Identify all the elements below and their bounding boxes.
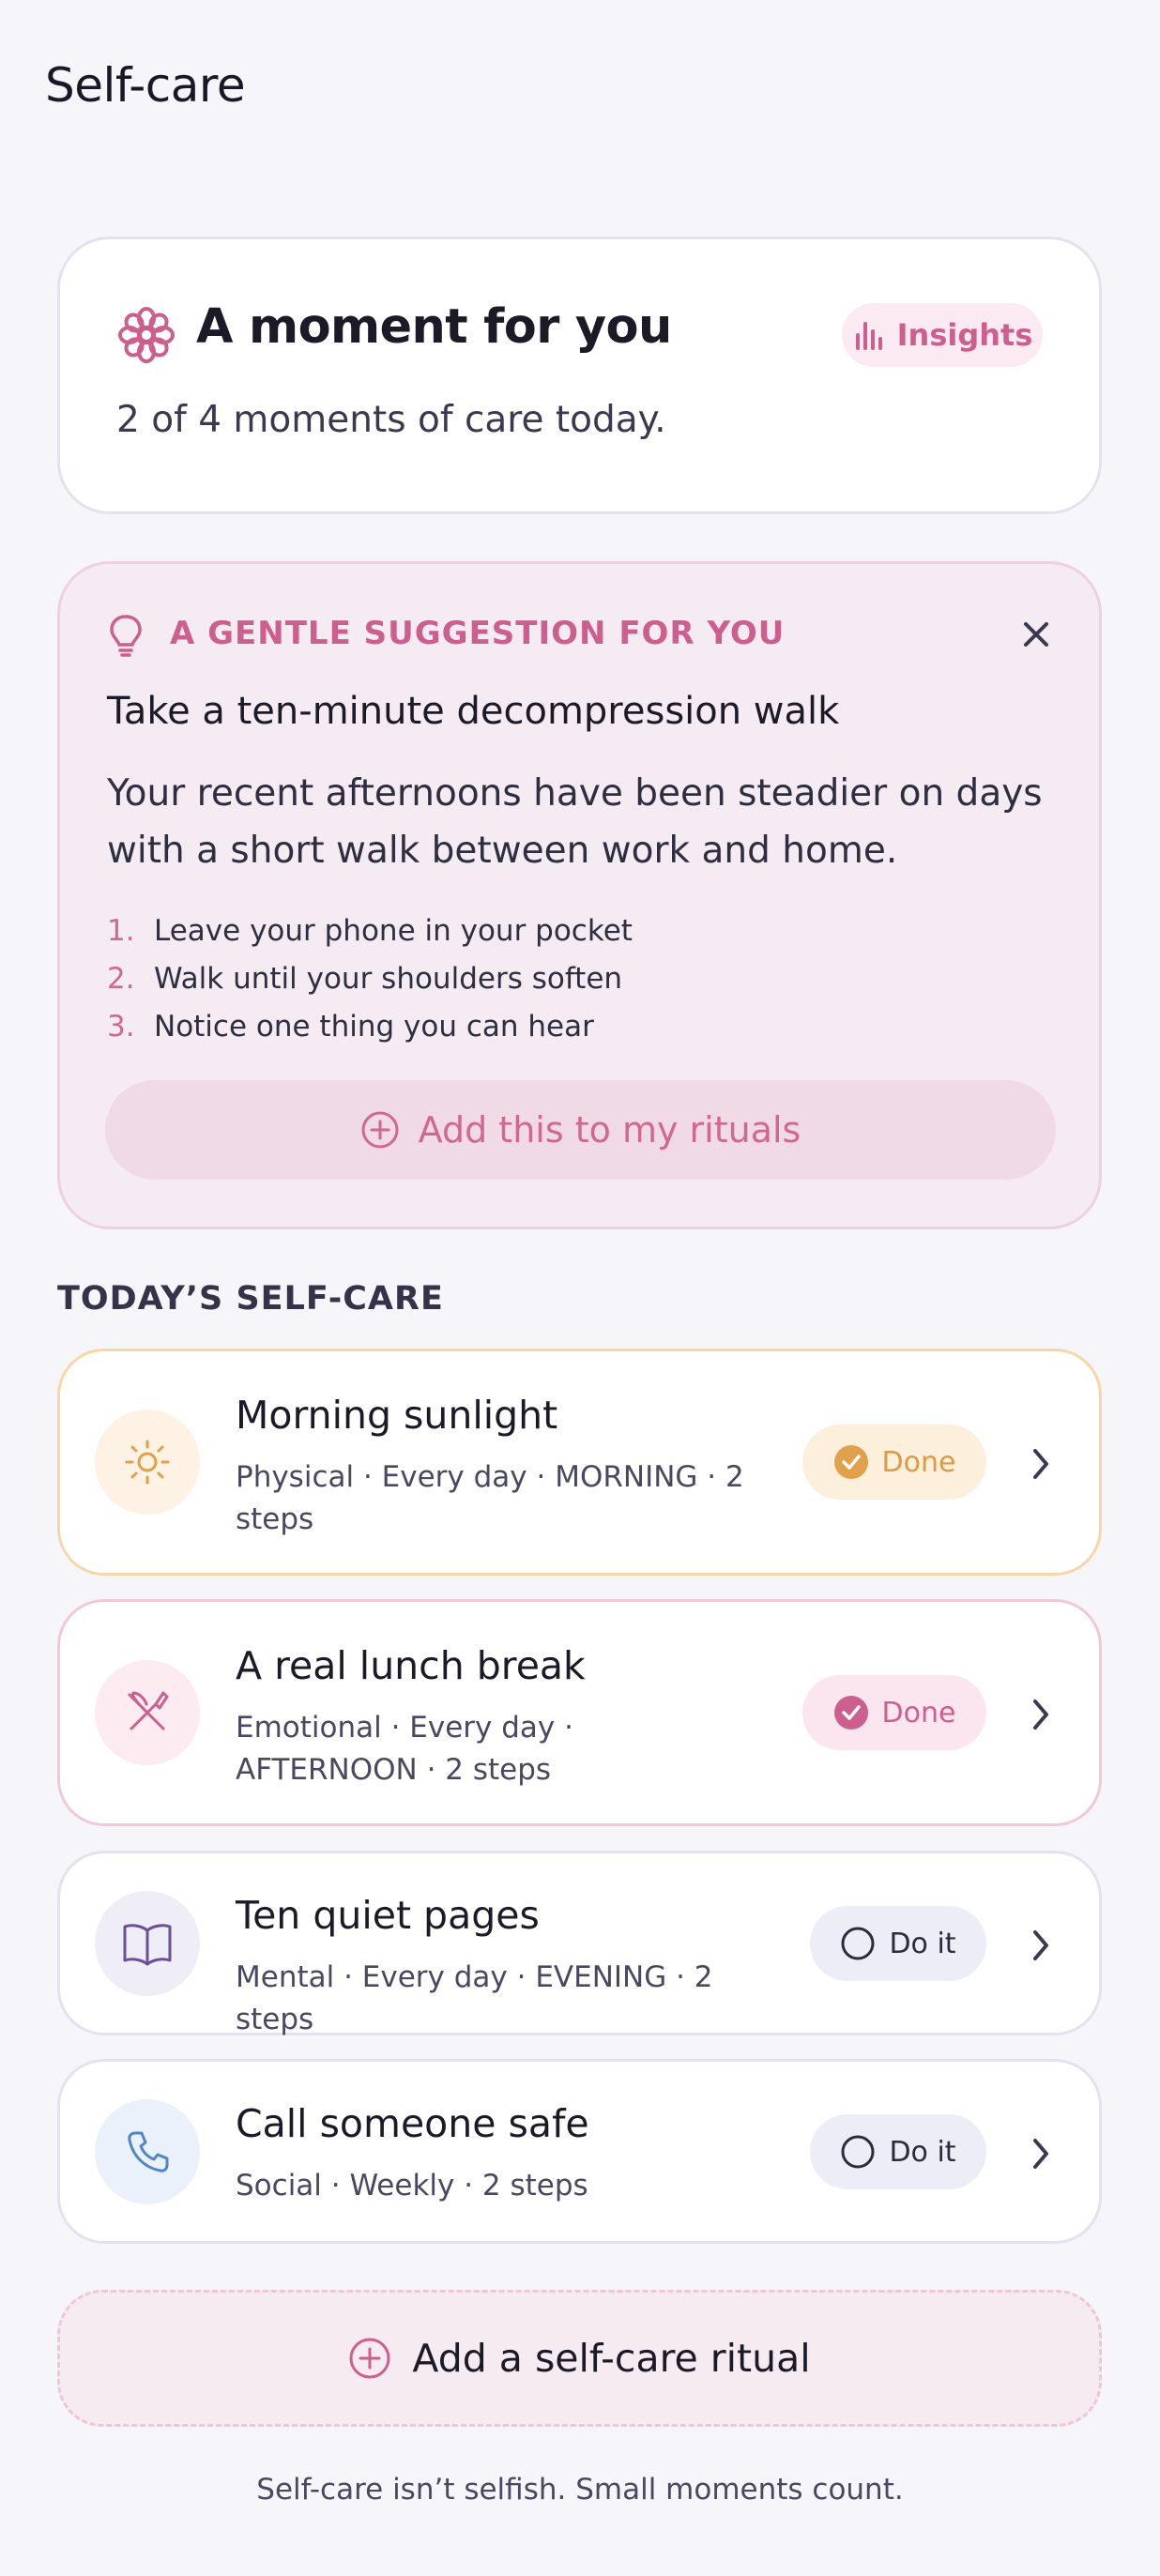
plus-circle-icon (361, 1111, 399, 1149)
insights-label: Insights (896, 317, 1033, 353)
ritual-status-button[interactable]: Done (802, 1675, 986, 1750)
hero-card: A moment for you Insights 2 of 4 moments… (57, 236, 1102, 514)
hero-summary: 2 of 4 moments of care today. (116, 399, 666, 441)
ritual-icon-circle (95, 1891, 200, 1996)
ritual-status-label: Do it (889, 1927, 956, 1960)
bar-chart-icon (855, 322, 882, 350)
add-ritual-button[interactable]: Add a self-care ritual (57, 2290, 1102, 2427)
ritual-title: Call someone safe (236, 2101, 589, 2146)
empty-circle-icon (841, 1927, 875, 1960)
ritual-card-quiet-pages[interactable]: Ten quiet pages Mental · Every day · EVE… (57, 1851, 1102, 2036)
ritual-card-morning-sunlight[interactable]: Morning sunlight Physical · Every day · … (57, 1349, 1102, 1576)
close-icon (1024, 622, 1048, 647)
ritual-meta: Physical · Every day · MORNING · 2 steps (236, 1460, 744, 1536)
fork-knife-icon (128, 1691, 169, 1730)
ritual-meta: Mental · Every day · EVENING · 2 steps (236, 1960, 713, 2036)
ritual-icon-circle (95, 2099, 200, 2204)
ritual-meta: Emotional · Every day · AFTERNOON · 2 st… (236, 1711, 573, 1787)
chevron-right-icon (1033, 2139, 1048, 2169)
close-suggestion-button[interactable] (1013, 611, 1060, 658)
add-ritual-label: Add a self-care ritual (412, 2336, 811, 2381)
ritual-icon-circle (95, 1410, 200, 1515)
list-item: 2. Walk until your shoulders soften (107, 962, 623, 996)
ritual-icon-circle (95, 1660, 200, 1765)
chevron-right-icon (1033, 1449, 1048, 1479)
section-title: TODAY’S SELF-CARE (57, 1280, 444, 1318)
book-icon (123, 1924, 172, 1966)
insights-button[interactable]: Insights (842, 303, 1043, 367)
empty-circle-icon (841, 2135, 875, 2169)
lightbulb-icon (110, 615, 142, 657)
list-item: 1. Leave your phone in your pocket (107, 914, 633, 948)
hero-title: A moment for you (196, 299, 672, 355)
check-circle-icon (833, 1445, 868, 1479)
ritual-title: Ten quiet pages (236, 1893, 540, 1938)
ritual-title: Morning sunlight (236, 1393, 558, 1438)
ritual-status-label: Do it (889, 2135, 956, 2169)
chevron-right-icon (1033, 1930, 1048, 1960)
ritual-status-label: Done (881, 1445, 956, 1479)
footer-note: Self-care isn’t selfish. Small moments c… (256, 2473, 904, 2507)
list-item: 3. Notice one thing you can hear (107, 1010, 594, 1044)
flower-icon (118, 307, 175, 363)
suggestion-title: Take a ten-minute decompression walk (107, 690, 840, 733)
check-circle-icon (833, 1696, 868, 1730)
ritual-card-lunch-break[interactable]: A real lunch break Emotional · Every day… (57, 1599, 1102, 1826)
plus-circle-icon (349, 2338, 390, 2379)
suggestion-steps: 1. Leave your phone in your pocket 2. Walk… (107, 907, 633, 1051)
chevron-right-icon (1033, 1700, 1048, 1730)
ritual-card-call-someone[interactable]: Call someone safe Social · Weekly · 2 st… (57, 2059, 1102, 2244)
phone-icon (128, 2131, 169, 2172)
page-title: Self-care (45, 58, 246, 113)
ritual-status-button[interactable]: Done (802, 1425, 986, 1500)
suggestion-card: A GENTLE SUGGESTION FOR YOU Take a ten-m… (57, 561, 1102, 1229)
ritual-meta: Social · Weekly · 2 steps (236, 2169, 588, 2203)
ritual-status-button[interactable]: Do it (810, 1906, 986, 1981)
ritual-status-button[interactable]: Do it (810, 2114, 986, 2189)
ritual-status-label: Done (881, 1696, 956, 1730)
add-to-rituals-label: Add this to my rituals (418, 1109, 801, 1151)
suggestion-body: Your recent afternoons have been steadie… (107, 772, 1043, 872)
ritual-title: A real lunch break (236, 1643, 586, 1688)
sun-icon (125, 1440, 170, 1485)
suggestion-eyebrow: A GENTLE SUGGESTION FOR YOU (170, 615, 786, 652)
add-to-rituals-button[interactable]: Add this to my rituals (105, 1080, 1056, 1180)
